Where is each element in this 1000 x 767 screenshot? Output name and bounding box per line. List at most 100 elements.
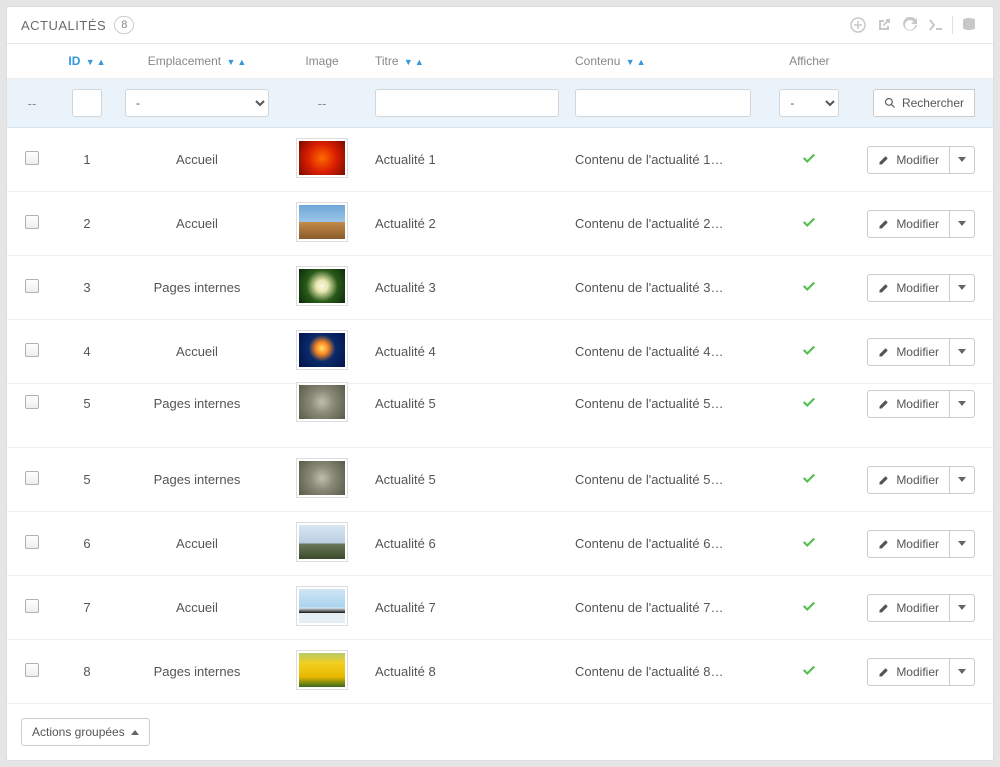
cell-id: 3 (57, 256, 117, 320)
row-checkbox[interactable] (25, 279, 39, 293)
cell-emplacement: Accueil (117, 128, 277, 192)
pencil-icon (878, 346, 890, 358)
row-menu-button[interactable] (950, 390, 975, 418)
search-icon (884, 97, 896, 109)
database-icon[interactable] (959, 15, 979, 35)
share-icon[interactable] (874, 15, 894, 35)
caret-down-icon (958, 221, 966, 226)
pencil-icon (878, 154, 890, 166)
col-header-id[interactable]: ID ▼▲ (57, 44, 117, 79)
cell-emplacement: Accueil (117, 192, 277, 256)
pencil-icon (878, 398, 890, 410)
cell-contenu: Contenu de l'actualité 6… (567, 512, 759, 576)
thumbnail[interactable] (296, 522, 348, 562)
sort-arrows-icon: ▼▲ (404, 57, 424, 67)
thumbnail[interactable] (296, 586, 348, 626)
caret-down-icon (958, 285, 966, 290)
col-header-titre[interactable]: Titre ▼▲ (367, 44, 567, 79)
cell-contenu: Contenu de l'actualité 5… (567, 372, 759, 436)
console-icon[interactable] (926, 15, 946, 35)
cell-id: 1 (57, 128, 117, 192)
row-menu-button[interactable] (950, 594, 975, 622)
row-menu-button[interactable] (950, 210, 975, 238)
bulk-actions-label: Actions groupées (32, 725, 125, 739)
row-menu-button[interactable] (950, 146, 975, 174)
caret-up-icon (131, 730, 139, 735)
cell-id: 6 (57, 512, 117, 576)
thumbnail[interactable] (296, 266, 348, 306)
table-row: 5 Pages internes Actualité 5 Contenu de … (7, 448, 993, 512)
refresh-icon[interactable] (900, 15, 920, 35)
modifier-label: Modifier (896, 601, 939, 615)
modifier-button[interactable]: Modifier (867, 466, 950, 494)
row-checkbox[interactable] (25, 151, 39, 165)
cell-emplacement: Pages internes (117, 448, 277, 512)
row-checkbox[interactable] (25, 395, 39, 409)
modifier-button[interactable]: Modifier (867, 530, 950, 558)
caret-down-icon (958, 401, 966, 406)
thumbnail[interactable] (296, 382, 348, 422)
sort-arrows-icon: ▼▲ (226, 57, 246, 67)
check-icon (802, 537, 816, 552)
cell-emplacement: Accueil (117, 512, 277, 576)
filter-emplacement-select[interactable]: - (125, 89, 269, 117)
filter-titre-input[interactable] (375, 89, 559, 117)
thumbnail[interactable] (296, 138, 348, 178)
row-checkbox[interactable] (25, 471, 39, 485)
pencil-icon (878, 474, 890, 486)
row-checkbox[interactable] (25, 535, 39, 549)
row-checkbox[interactable] (25, 343, 39, 357)
bulk-actions-button[interactable]: Actions groupées (21, 718, 150, 746)
cell-titre: Actualité 1 (367, 128, 567, 192)
row-checkbox[interactable] (25, 599, 39, 613)
table-row: 7 Accueil Actualité 7 Contenu de l'actua… (7, 576, 993, 640)
panel-header: ACTUALITÉS 8 (7, 7, 993, 44)
col-header-emplacement[interactable]: Emplacement ▼▲ (117, 44, 277, 79)
table-row: 8 Pages internes Actualité 8 Contenu de … (7, 640, 993, 704)
filter-contenu-input[interactable] (575, 89, 751, 117)
cell-id: 7 (57, 576, 117, 640)
pencil-icon (878, 602, 890, 614)
row-menu-button[interactable] (950, 338, 975, 366)
row-checkbox[interactable] (25, 663, 39, 677)
cell-contenu: Contenu de l'actualité 5… (567, 448, 759, 512)
thumbnail[interactable] (296, 458, 348, 498)
check-icon (802, 601, 816, 616)
cell-titre: Actualité 7 (367, 576, 567, 640)
thumbnail[interactable] (296, 650, 348, 690)
count-badge: 8 (114, 16, 134, 34)
modifier-label: Modifier (896, 153, 939, 167)
thumbnail[interactable] (296, 202, 348, 242)
pencil-icon (878, 282, 890, 294)
modifier-button[interactable]: Modifier (867, 658, 950, 686)
add-icon[interactable] (848, 15, 868, 35)
modifier-button[interactable]: Modifier (867, 390, 950, 418)
row-menu-button[interactable] (950, 274, 975, 302)
cell-emplacement: Pages internes (117, 372, 277, 436)
row-menu-button[interactable] (950, 530, 975, 558)
search-button[interactable]: Rechercher (873, 89, 975, 117)
row-checkbox[interactable] (25, 215, 39, 229)
thumbnail[interactable] (296, 330, 348, 370)
modifier-label: Modifier (896, 217, 939, 231)
check-icon (802, 217, 816, 232)
col-header-contenu[interactable]: Contenu ▼▲ (567, 44, 759, 79)
modifier-button[interactable]: Modifier (867, 594, 950, 622)
caret-down-icon (958, 541, 966, 546)
check-icon (802, 345, 816, 360)
modifier-button[interactable]: Modifier (867, 274, 950, 302)
filter-id-input[interactable] (72, 89, 102, 117)
cell-titre: Actualité 3 (367, 256, 567, 320)
row-menu-button[interactable] (950, 466, 975, 494)
cell-titre: Actualité 6 (367, 512, 567, 576)
modifier-button[interactable]: Modifier (867, 146, 950, 174)
row-menu-button[interactable] (950, 658, 975, 686)
cell-id: 8 (57, 640, 117, 704)
pencil-icon (878, 218, 890, 230)
modifier-button[interactable]: Modifier (867, 338, 950, 366)
modifier-button[interactable]: Modifier (867, 210, 950, 238)
cell-contenu: Contenu de l'actualité 1… (567, 128, 759, 192)
filter-afficher-select[interactable]: - (779, 89, 839, 117)
cell-contenu: Contenu de l'actualité 8… (567, 640, 759, 704)
table-row: 5 Pages internes Actualité 5 Contenu de … (7, 384, 993, 448)
